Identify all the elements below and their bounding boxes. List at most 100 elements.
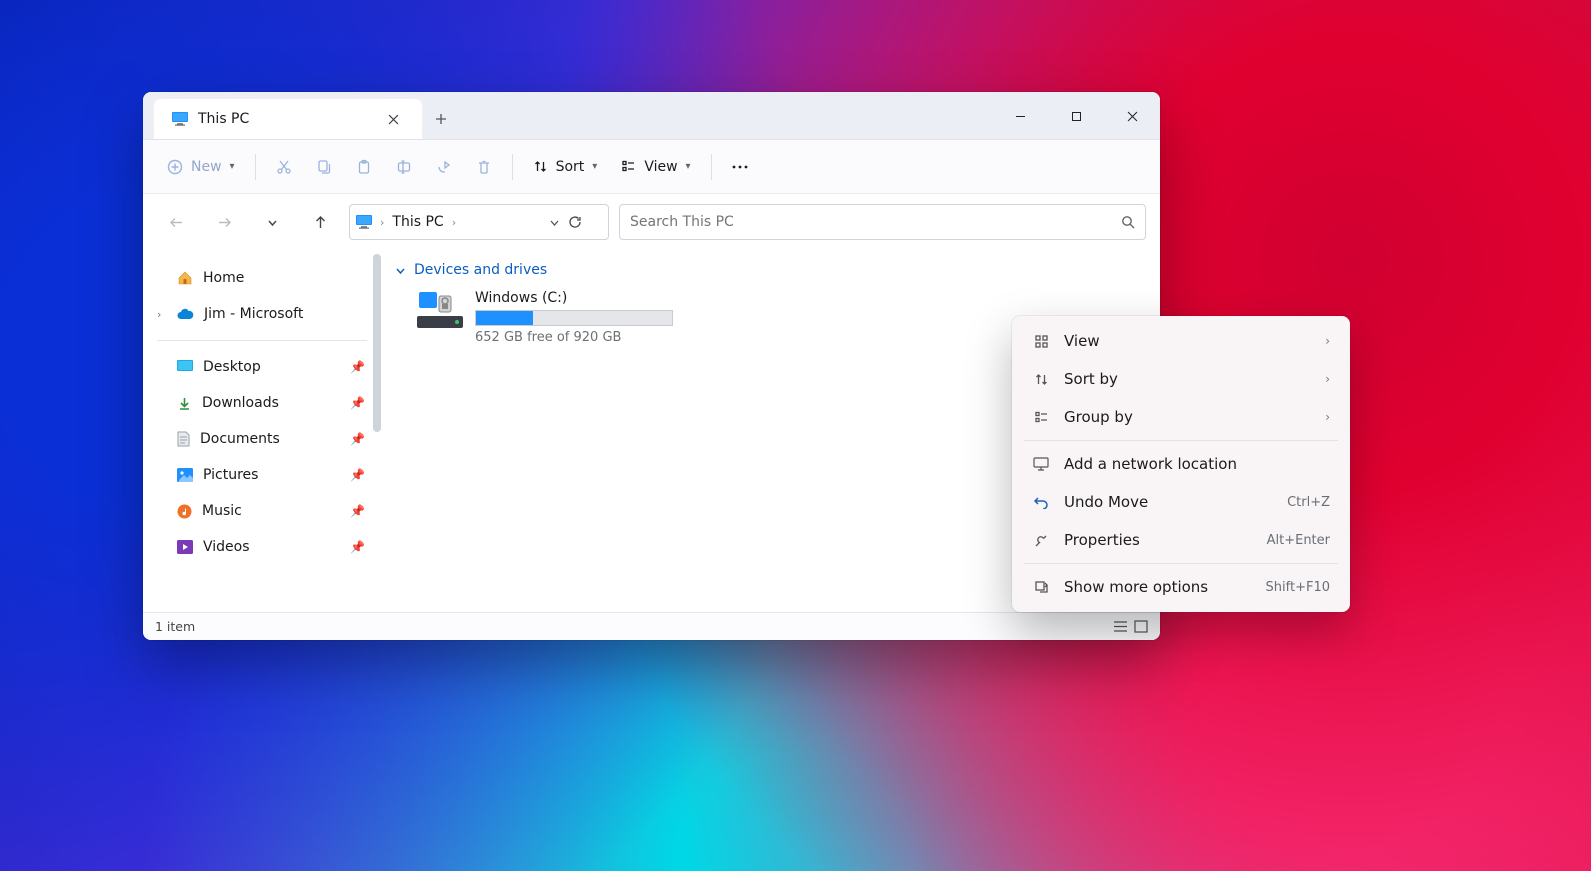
context-menu-undo-move[interactable]: Undo Move Ctrl+Z <box>1018 483 1344 521</box>
sidebar-item-desktop[interactable]: Desktop 📌 <box>151 349 373 385</box>
sidebar-item-home[interactable]: Home <box>151 260 373 296</box>
breadcrumb-location[interactable]: This PC <box>392 214 443 230</box>
context-menu-sort-by[interactable]: Sort by › <box>1018 360 1344 398</box>
search-input[interactable] <box>630 214 1121 230</box>
drive-label: Windows (C:) <box>475 290 673 306</box>
details-view-button[interactable] <box>1113 620 1128 633</box>
pin-icon: 📌 <box>350 432 365 446</box>
context-menu-label: Group by <box>1064 408 1133 426</box>
drive-capacity-bar <box>475 310 673 326</box>
chevron-right-icon: › <box>1325 410 1330 424</box>
wrench-icon <box>1032 533 1050 548</box>
context-menu-shortcut: Shift+F10 <box>1266 580 1330 595</box>
command-bar: New ▾ Sort ▾ View ▾ <box>143 140 1160 194</box>
breadcrumb-separator-icon: › <box>380 216 384 229</box>
sidebar-item-music[interactable]: Music 📌 <box>151 493 373 529</box>
address-bar[interactable]: › This PC › <box>349 204 609 240</box>
chevron-right-icon: › <box>1325 334 1330 348</box>
sidebar-item-label: Pictures <box>203 467 258 483</box>
share-button[interactable] <box>426 149 462 185</box>
monitor-icon <box>172 112 188 126</box>
group-header-devices[interactable]: Devices and drives <box>387 262 1144 278</box>
view-label: View <box>644 159 677 175</box>
chevron-down-icon: ▾ <box>592 161 597 172</box>
close-window-button[interactable] <box>1104 92 1160 140</box>
pin-icon: 📌 <box>350 468 365 482</box>
more-button[interactable] <box>722 149 758 185</box>
undo-icon <box>1032 495 1050 509</box>
forward-button[interactable] <box>205 203 243 241</box>
sidebar-item-label: Documents <box>200 431 280 447</box>
delete-button[interactable] <box>466 149 502 185</box>
file-explorer-window: This PC New ▾ Sort ▾ <box>143 92 1160 640</box>
context-menu-label: Sort by <box>1064 370 1118 388</box>
maximize-button[interactable] <box>1048 92 1104 140</box>
sidebar-item-label: Videos <box>203 539 250 555</box>
new-tab-button[interactable] <box>423 98 459 139</box>
videos-icon <box>177 540 193 554</box>
tab-this-pc[interactable]: This PC <box>153 98 423 139</box>
context-menu-label: Show more options <box>1064 578 1208 596</box>
search-icon <box>1121 215 1135 229</box>
search-box[interactable] <box>619 204 1146 240</box>
drive-icon <box>417 290 463 330</box>
sidebar-item-label: Jim - Microsoft <box>204 306 303 322</box>
rename-button[interactable] <box>386 149 422 185</box>
sort-icon <box>1032 372 1050 387</box>
sidebar-item-label: Music <box>202 503 242 519</box>
more-options-icon <box>1032 580 1050 595</box>
grid-icon <box>1032 334 1050 349</box>
sidebar-item-pictures[interactable]: Pictures 📌 <box>151 457 373 493</box>
status-bar: 1 item <box>143 612 1160 640</box>
back-button[interactable] <box>157 203 195 241</box>
context-menu-add-network-location[interactable]: Add a network location <box>1018 445 1344 483</box>
drive-free-text: 652 GB free of 920 GB <box>475 330 673 345</box>
documents-icon <box>177 431 190 447</box>
sidebar-item-documents[interactable]: Documents 📌 <box>151 421 373 457</box>
group-header-label: Devices and drives <box>414 262 547 278</box>
music-icon <box>177 504 192 519</box>
context-menu-shortcut: Ctrl+Z <box>1287 495 1330 510</box>
sidebar-item-videos[interactable]: Videos 📌 <box>151 529 373 565</box>
pin-icon: 📌 <box>350 540 365 554</box>
sort-button[interactable]: Sort ▾ <box>523 149 608 185</box>
sidebar-item-onedrive[interactable]: › Jim - Microsoft <box>151 296 373 332</box>
context-menu-view[interactable]: View › <box>1018 322 1344 360</box>
minimize-button[interactable] <box>992 92 1048 140</box>
status-item-count: 1 item <box>155 619 195 634</box>
chevron-down-icon <box>395 265 406 276</box>
close-tab-button[interactable] <box>380 106 406 132</box>
pictures-icon <box>177 468 193 482</box>
breadcrumb-separator-icon: › <box>452 216 456 229</box>
cut-button[interactable] <box>266 149 302 185</box>
chevron-right-icon: › <box>1325 372 1330 386</box>
tab-title: This PC <box>198 111 370 127</box>
sidebar-item-label: Desktop <box>203 359 261 375</box>
paste-button[interactable] <box>346 149 382 185</box>
view-switcher <box>1113 620 1148 633</box>
navigation-pane: Home › Jim - Microsoft Desktop 📌 Downloa… <box>143 250 379 612</box>
window-controls <box>992 92 1160 139</box>
cloud-icon <box>177 308 194 320</box>
thumbnails-view-button[interactable] <box>1134 620 1148 633</box>
context-menu-label: Add a network location <box>1064 455 1237 473</box>
context-menu-show-more-options[interactable]: Show more options Shift+F10 <box>1018 568 1344 606</box>
context-menu-properties[interactable]: Properties Alt+Enter <box>1018 521 1344 559</box>
chevron-down-icon: ▾ <box>230 161 235 172</box>
refresh-button[interactable] <box>568 215 602 229</box>
chevron-down-icon: ▾ <box>686 161 691 172</box>
explorer-body: Home › Jim - Microsoft Desktop 📌 Downloa… <box>143 250 1160 612</box>
copy-button[interactable] <box>306 149 342 185</box>
view-button[interactable]: View ▾ <box>611 149 700 185</box>
sidebar-item-downloads[interactable]: Downloads 📌 <box>151 385 373 421</box>
up-button[interactable] <box>301 203 339 241</box>
address-dropdown-button[interactable] <box>549 217 560 228</box>
sidebar-item-label: Downloads <box>202 395 279 411</box>
context-menu-group-by[interactable]: Group by › <box>1018 398 1344 436</box>
pin-icon: 📌 <box>350 396 365 410</box>
desktop-icon <box>177 360 193 374</box>
sidebar-item-label: Home <box>203 270 244 286</box>
new-button[interactable]: New ▾ <box>157 149 245 185</box>
recent-locations-button[interactable] <box>253 203 291 241</box>
context-menu-label: View <box>1064 332 1100 350</box>
